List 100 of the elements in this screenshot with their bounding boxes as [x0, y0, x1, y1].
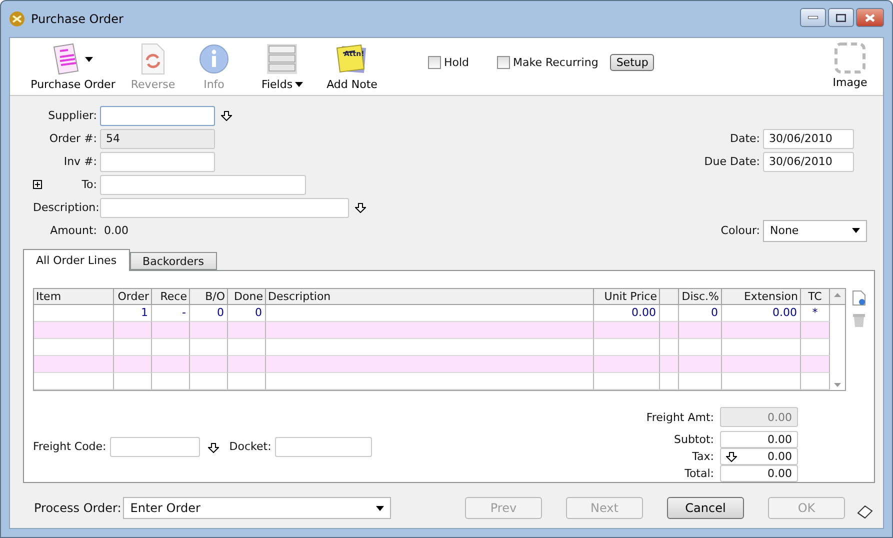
table-cell — [660, 373, 679, 390]
table-cell — [190, 373, 228, 390]
table-cell — [228, 339, 266, 356]
amount-field[interactable]: 0.00 — [720, 448, 798, 465]
table-cell: 1 — [114, 305, 152, 322]
scroll-up-icon[interactable] — [834, 293, 841, 297]
trash-icon[interactable] — [852, 312, 866, 328]
table-cell — [114, 356, 152, 373]
table-cell — [801, 356, 830, 373]
process-order-dropdown[interactable]: Enter Order — [123, 497, 392, 519]
maximize-button[interactable] — [828, 8, 854, 27]
field-label: Inv #: — [64, 155, 98, 168]
close-button[interactable] — [856, 8, 884, 27]
table-cell — [228, 373, 266, 390]
caret-icon — [852, 228, 860, 233]
table-cell — [801, 322, 830, 339]
table-cell — [801, 373, 830, 390]
image-button[interactable]: Image — [825, 42, 875, 89]
column-header[interactable]: Order — [114, 289, 152, 305]
amount-field[interactable]: 0.00 — [720, 431, 798, 448]
input-field[interactable] — [100, 152, 215, 172]
column-header[interactable]: TC — [801, 289, 830, 305]
field-label: Order #: — [49, 132, 98, 145]
info-icon — [199, 44, 229, 74]
tab[interactable]: All Order Lines — [23, 249, 130, 271]
date-field[interactable]: 30/06/2010 — [763, 152, 854, 172]
lookup-arrow-icon[interactable] — [208, 443, 220, 453]
setup-button[interactable]: Setup — [610, 54, 654, 71]
close-icon — [865, 14, 875, 22]
column-header[interactable]: Extension — [722, 289, 801, 305]
table-header-corner — [830, 289, 845, 305]
field-label: Due Date: — [703, 155, 761, 168]
field-label: Description: — [33, 201, 100, 214]
lookup-arrow-icon[interactable] — [726, 452, 737, 462]
lookup-arrow-icon[interactable] — [355, 202, 366, 212]
colour-dropdown[interactable]: None — [763, 220, 867, 242]
table-cell — [228, 356, 266, 373]
table-cell — [660, 305, 679, 322]
table-cell — [594, 356, 660, 373]
table-cell — [660, 339, 679, 356]
column-header[interactable] — [660, 289, 679, 305]
dialog-button[interactable]: Cancel — [667, 497, 744, 519]
table-cell — [228, 322, 266, 339]
input-field[interactable] — [100, 174, 306, 194]
caret-icon — [376, 506, 384, 510]
table-cell — [114, 339, 152, 356]
input-field[interactable] — [100, 106, 215, 126]
input-field[interactable] — [110, 436, 200, 456]
table-cell: 0 — [190, 305, 228, 322]
table-cell: * — [801, 305, 830, 322]
table-cell: - — [152, 305, 190, 322]
table-cell — [152, 356, 190, 373]
column-header[interactable]: Done — [228, 289, 266, 305]
checkbox[interactable] — [428, 56, 441, 69]
field-label: Total: — [684, 467, 715, 480]
eraser-icon[interactable] — [857, 505, 873, 519]
field-label: To: — [82, 178, 98, 191]
field-label: Date: — [729, 132, 761, 145]
table-cell: 0.00 — [722, 305, 801, 322]
field-label: Process Order: — [34, 501, 122, 515]
amount-field[interactable]: 0.00 — [720, 465, 798, 482]
input-field[interactable]: 54 — [100, 128, 215, 148]
table-cell — [190, 322, 228, 339]
field-label: Tax: — [691, 450, 715, 463]
table-cell — [679, 373, 722, 390]
toolbar-fields-button[interactable]: Fields — [242, 42, 322, 91]
field-label: Freight Code: — [33, 440, 106, 453]
table-cell — [594, 373, 660, 390]
column-header[interactable]: Item — [34, 289, 114, 305]
table-cell — [152, 373, 190, 390]
amount-field: 0.00 — [720, 407, 798, 427]
window-title: Purchase Order — [31, 12, 124, 26]
minimize-icon — [808, 16, 818, 19]
scrollbar[interactable] — [830, 288, 846, 391]
table-cell — [152, 339, 190, 356]
toolbar-form-button[interactable]: Purchase Order — [26, 42, 120, 91]
caret-icon — [85, 56, 93, 62]
minimize-button[interactable] — [800, 8, 826, 27]
scroll-down-icon[interactable] — [834, 383, 841, 387]
input-field[interactable] — [275, 436, 372, 456]
maximize-icon — [836, 14, 846, 22]
column-header[interactable]: Description — [266, 289, 594, 305]
lookup-arrow-icon[interactable] — [221, 110, 232, 120]
table-cell: 0 — [228, 305, 266, 322]
add-line-icon[interactable] — [852, 290, 866, 306]
table-cell — [679, 322, 722, 339]
checkbox[interactable] — [497, 56, 510, 69]
expand-icon[interactable] — [33, 180, 42, 189]
field-label: Colour: — [720, 224, 761, 237]
fields-icon — [266, 43, 298, 75]
refresh-document-icon — [141, 43, 165, 75]
column-header[interactable]: Disc.% — [679, 289, 722, 305]
column-header[interactable]: B/O — [190, 289, 228, 305]
field-label: Subtot: — [673, 433, 715, 446]
tab[interactable]: Backorders — [130, 252, 217, 270]
column-header[interactable]: Rece — [152, 289, 190, 305]
table-cell: 0 — [679, 305, 722, 322]
input-field[interactable] — [100, 198, 349, 218]
date-field[interactable]: 30/06/2010 — [763, 128, 854, 148]
column-header[interactable]: Unit Price — [594, 289, 660, 305]
